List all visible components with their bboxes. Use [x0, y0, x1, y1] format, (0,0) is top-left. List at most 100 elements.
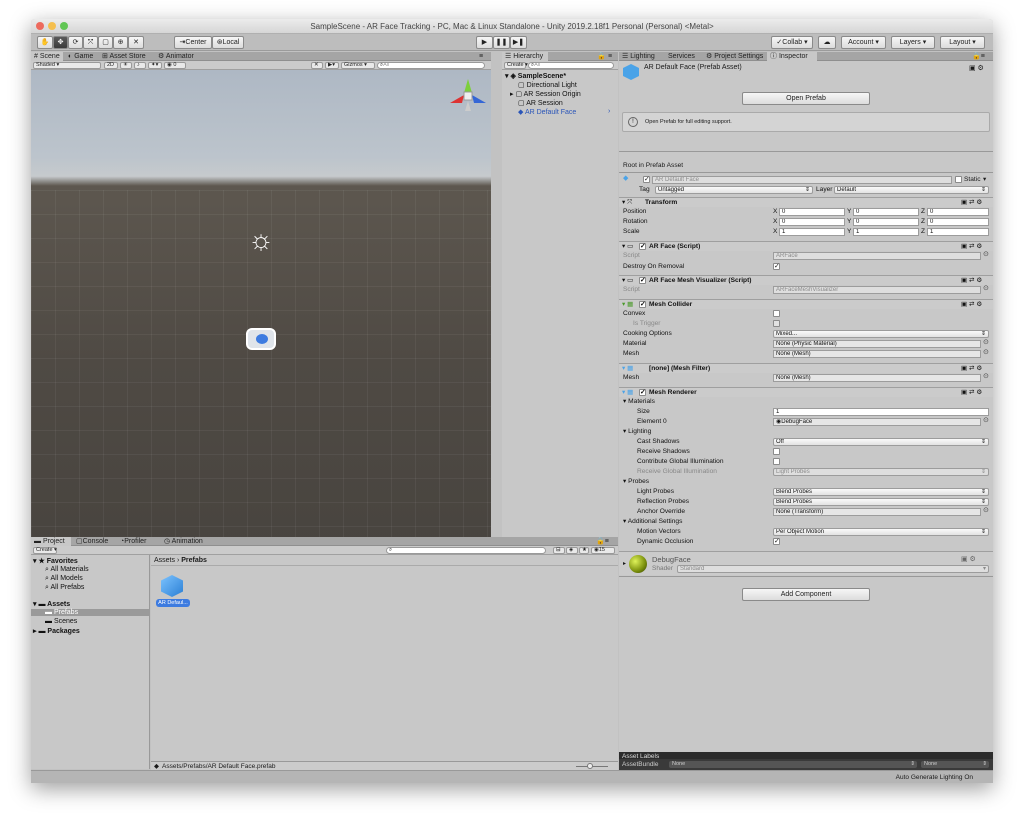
- mesh-filter-mesh-field[interactable]: None (Mesh): [773, 374, 981, 382]
- tab-game[interactable]: ◐ Game: [65, 52, 99, 61]
- object-picker-icon[interactable]: ⊙: [983, 507, 989, 515]
- material-settings-icon[interactable]: ▣ ⚙: [961, 555, 976, 563]
- tab-profiler[interactable]: ◔Profiler: [117, 537, 155, 546]
- lock-icon[interactable]: 🔒: [594, 52, 606, 61]
- hierarchy-item-ar-default-face[interactable]: ◆ AR Default Face ›: [518, 108, 610, 116]
- hierarchy-item-ar-session[interactable]: ▢ AR Session: [518, 99, 563, 107]
- pivot-center-button[interactable]: ⇥Center: [174, 36, 212, 49]
- face-mesh-visualizer-header[interactable]: ▾ ▭ ✓ AR Face Mesh Visualizer (Script) ▣…: [619, 275, 993, 285]
- shading-mode-dropdown[interactable]: Shaded ▾: [33, 62, 101, 69]
- active-checkbox[interactable]: ✓: [643, 176, 650, 183]
- scale-tool-icon[interactable]: ⤧: [83, 36, 98, 49]
- breadcrumb-prefabs[interactable]: Prefabs: [181, 557, 207, 564]
- tag-dropdown[interactable]: Untagged ⇕: [655, 186, 813, 194]
- probes-foldout[interactable]: ▾ Probes: [619, 477, 993, 487]
- project-search-input[interactable]: ⌕: [386, 547, 546, 554]
- effects-toggle-icon[interactable]: ✦▾: [148, 62, 162, 69]
- tab-project-settings[interactable]: ⚙ Project Settings: [703, 52, 765, 61]
- collider-mesh-field[interactable]: None (Mesh): [773, 350, 981, 358]
- object-picker-icon[interactable]: ⊙: [983, 373, 989, 381]
- materials-foldout[interactable]: ▾ Materials: [619, 397, 993, 407]
- camera-icon[interactable]: ▶▾: [325, 62, 339, 69]
- tools-icon[interactable]: ✕: [311, 62, 323, 69]
- play-button[interactable]: ▶: [476, 36, 493, 49]
- hidden-objects-toggle[interactable]: ◉ 0: [164, 62, 186, 69]
- cooking-options-dropdown[interactable]: Mixed... ⇕: [773, 330, 989, 338]
- anchor-override-field[interactable]: None (Transform): [773, 508, 981, 516]
- motion-vectors-dropdown[interactable]: Per Object Motion ⇕: [773, 528, 989, 536]
- pivot-local-button[interactable]: ⊛Local: [212, 36, 244, 49]
- collider-enabled-checkbox[interactable]: ✓: [639, 301, 646, 308]
- transform-tool-icon[interactable]: ⊕: [113, 36, 128, 49]
- tab-lighting[interactable]: ☰ Lighting: [619, 52, 663, 61]
- directional-light-icon[interactable]: ☼: [246, 225, 276, 255]
- hidden-packages-toggle[interactable]: ◉15: [591, 547, 615, 554]
- lighting-toggle-icon[interactable]: ☀: [120, 62, 132, 69]
- fav-item-materials[interactable]: ⌕ All Materials: [45, 566, 89, 574]
- position-x-field[interactable]: 0: [779, 208, 845, 216]
- material-header[interactable]: ▸ DebugFace Shader Standard ▾ ▣ ⚙: [619, 551, 993, 575]
- static-checkbox[interactable]: [955, 176, 962, 183]
- mesh-renderer-header[interactable]: ▾ ▦ ✓ Mesh Renderer ▣ ⇄ ⚙: [619, 387, 993, 397]
- project-create-dropdown[interactable]: Create ▾: [33, 547, 57, 554]
- rotation-x-field[interactable]: 0: [779, 218, 845, 226]
- static-dropdown-arrow[interactable]: ▾: [983, 175, 986, 185]
- favorites-folder[interactable]: ▾ ★ Favorites: [33, 557, 78, 565]
- scene-viewport[interactable]: ☼: [31, 70, 491, 553]
- tab-animation[interactable]: ◷ Animation: [161, 537, 207, 546]
- rotation-z-field[interactable]: 0: [927, 218, 989, 226]
- object-picker-icon[interactable]: ⊙: [983, 251, 989, 259]
- convex-checkbox[interactable]: [773, 310, 780, 317]
- renderer-enabled-checkbox[interactable]: ✓: [639, 389, 646, 396]
- panel-menu-icon[interactable]: ≡: [476, 52, 490, 61]
- step-button[interactable]: ▶❚: [510, 36, 527, 49]
- assets-folder[interactable]: ▾ ▬ Assets: [33, 600, 70, 608]
- tab-animator[interactable]: ⚙ Animator: [155, 52, 199, 61]
- open-prefab-button[interactable]: Open Prefab: [742, 92, 870, 105]
- object-picker-icon[interactable]: ⊙: [983, 349, 989, 357]
- destroy-on-removal-checkbox[interactable]: ✓: [773, 263, 780, 270]
- materials-size-field[interactable]: 1: [773, 408, 989, 416]
- pause-button[interactable]: ❚❚: [493, 36, 510, 49]
- toggle-2d-button[interactable]: 2D: [104, 62, 118, 69]
- contribute-gi-checkbox[interactable]: [773, 458, 780, 465]
- scene-search-input[interactable]: ⌕All: [377, 62, 485, 69]
- ar-face-gizmo-icon[interactable]: [246, 328, 276, 350]
- account-dropdown[interactable]: Account ▾: [841, 36, 886, 49]
- hand-tool-icon[interactable]: ✋: [37, 36, 53, 49]
- dynamic-occlusion-checkbox[interactable]: ✓: [773, 538, 780, 545]
- inspector-lock-icon[interactable]: 🔒≡: [969, 52, 991, 61]
- rotate-tool-icon[interactable]: ⟳: [68, 36, 83, 49]
- hierarchy-item-ar-session-origin[interactable]: ▸ ▢ AR Session Origin: [510, 90, 581, 98]
- reflection-probes-dropdown[interactable]: Blend Probes ⇕: [773, 498, 989, 506]
- tab-console[interactable]: ▢Console: [73, 537, 113, 546]
- mesh-collider-header[interactable]: ▾ ▦ ✓ Mesh Collider ▣ ⇄ ⚙: [619, 299, 993, 309]
- custom-tool-icon[interactable]: ✕: [128, 36, 144, 49]
- hierarchy-menu-icon[interactable]: ≡: [605, 52, 617, 61]
- tab-project[interactable]: ▬ Project: [31, 537, 71, 546]
- tab-asset-store[interactable]: ⊞ Asset Store: [99, 52, 153, 61]
- object-picker-icon[interactable]: ⊙: [983, 339, 989, 347]
- packages-folder[interactable]: ▸ ▬ Packages: [33, 627, 80, 635]
- tab-services[interactable]: Services: [665, 52, 703, 61]
- scale-x-field[interactable]: 1: [779, 228, 845, 236]
- move-tool-icon[interactable]: ✥: [53, 36, 68, 49]
- cast-shadows-dropdown[interactable]: Off ⇕: [773, 438, 989, 446]
- position-y-field[interactable]: 0: [853, 208, 919, 216]
- ar-face-header[interactable]: ▾ ▭ ✓ AR Face (Script) ▣ ⇄ ⚙: [619, 241, 993, 251]
- hierarchy-create-dropdown[interactable]: Create ▾: [504, 62, 528, 69]
- filter-type-icon[interactable]: ⊟: [553, 547, 565, 554]
- mesh-filter-header[interactable]: ▾ ▦ [none] (Mesh Filter) ▣ ⇄ ⚙: [619, 363, 993, 373]
- scale-y-field[interactable]: 1: [853, 228, 919, 236]
- asset-bundle-dropdown[interactable]: None ⇕: [669, 761, 917, 768]
- audio-toggle-icon[interactable]: ♪: [134, 62, 146, 69]
- tab-inspector[interactable]: ⓘ Inspector: [767, 52, 817, 61]
- object-picker-icon[interactable]: ⊙: [983, 285, 989, 293]
- position-z-field[interactable]: 0: [927, 208, 989, 216]
- asset-item-label[interactable]: AR Defaul...: [156, 599, 190, 607]
- element0-field[interactable]: ◉DebugFace: [773, 418, 981, 426]
- project-lock-icon[interactable]: 🔒≡: [593, 537, 615, 546]
- folder-item-scenes[interactable]: ▬ Scenes: [45, 618, 77, 625]
- rotation-y-field[interactable]: 0: [853, 218, 919, 226]
- light-probes-dropdown[interactable]: Blend Probes ⇕: [773, 488, 989, 496]
